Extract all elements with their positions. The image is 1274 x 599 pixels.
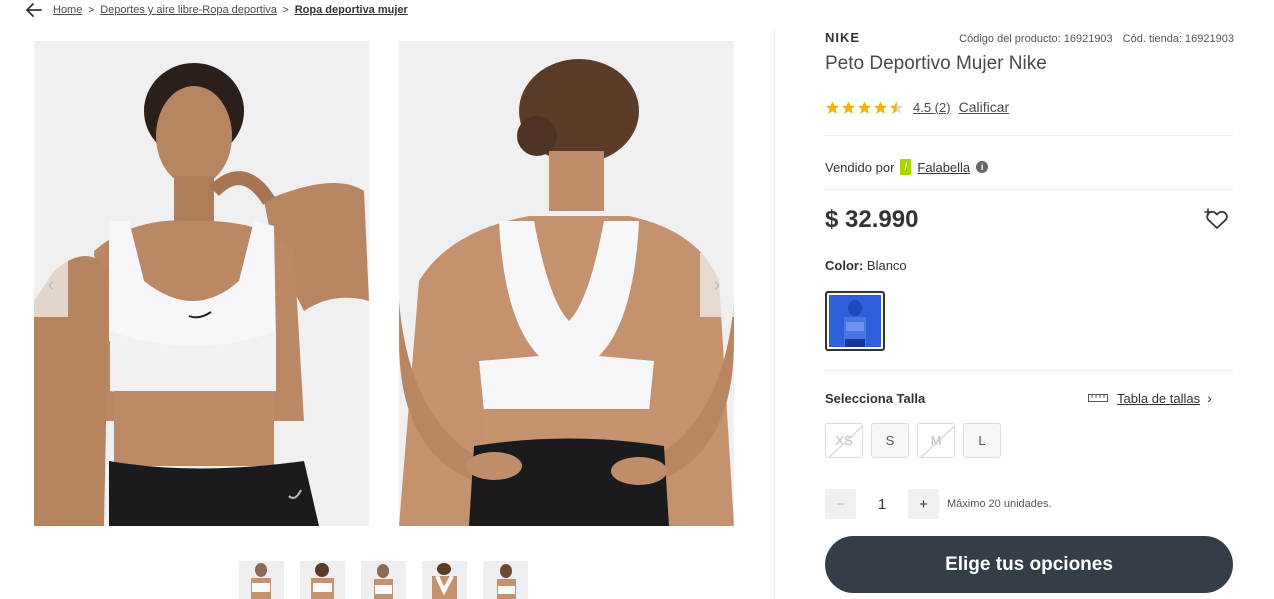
thumbnail-strip — [239, 561, 528, 599]
divider — [825, 189, 1233, 190]
seller-flag-icon: / — [900, 159, 912, 175]
seller-row: Vendido por / Falabella i — [825, 159, 989, 175]
breadcrumb-separator: > — [88, 4, 95, 16]
thumbnail[interactable] — [483, 561, 528, 599]
size-options: XS S M L — [825, 423, 1001, 458]
ruler-icon — [1088, 394, 1108, 402]
divider — [825, 135, 1233, 136]
thumbnail[interactable] — [300, 561, 345, 599]
gallery-next-button[interactable]: › — [700, 253, 734, 317]
rate-link[interactable]: Calificar — [959, 99, 1010, 115]
increase-quantity-button[interactable]: + — [908, 489, 939, 519]
breadcrumb: Home > Deportes y aire libre-Ropa deport… — [26, 2, 408, 18]
size-chart-label[interactable]: Tabla de tallas — [1117, 391, 1200, 406]
max-quantity-note: Máximo 20 unidades. — [947, 498, 1052, 510]
star-icon — [873, 100, 888, 114]
store-code: Cód. tienda: 16921903 — [1122, 33, 1234, 45]
product-codes: Código del producto: 16921903 Cód. tienda… — [959, 33, 1234, 45]
chevron-left-icon: ‹ — [47, 273, 55, 296]
color-label: Color: Blanco — [825, 258, 907, 273]
star-icon — [857, 100, 872, 114]
color-swatch-selected[interactable] — [825, 291, 885, 351]
size-option-xs[interactable]: XS — [825, 423, 863, 458]
thumbnail[interactable] — [361, 561, 406, 599]
brand-name[interactable]: NIKE — [825, 30, 860, 45]
seller-name[interactable]: Falabella — [917, 160, 970, 175]
decrease-quantity-button[interactable]: − — [825, 489, 856, 519]
size-option-s[interactable]: S — [871, 423, 909, 458]
product-image-front[interactable] — [34, 41, 369, 526]
column-divider — [774, 28, 775, 599]
star-icon — [825, 100, 840, 114]
star-icon — [841, 100, 856, 114]
rating-stars — [825, 100, 904, 115]
quantity-stepper: − 1 + Máximo 20 unidades. — [825, 489, 1052, 519]
color-label-title: Color: — [825, 258, 864, 273]
quantity-value[interactable]: 1 — [856, 496, 908, 513]
size-option-l[interactable]: L — [963, 423, 1001, 458]
choose-options-button[interactable]: Elige tus opciones — [825, 536, 1233, 593]
breadcrumb-current[interactable]: Ropa deportiva mujer — [295, 4, 408, 16]
product-title: Peto Deportivo Mujer Nike — [825, 53, 1047, 74]
star-half-icon — [889, 100, 904, 114]
add-to-wishlist-icon[interactable] — [1204, 207, 1230, 231]
back-arrow-icon[interactable] — [26, 3, 42, 17]
size-label: Selecciona Talla — [825, 391, 926, 406]
size-option-m[interactable]: M — [917, 423, 955, 458]
chevron-right-icon: › — [713, 273, 721, 296]
product-code: Código del producto: 16921903 — [959, 33, 1113, 45]
product-image-back[interactable] — [399, 41, 734, 526]
thumbnail[interactable] — [239, 561, 284, 599]
gallery-prev-button[interactable]: ‹ — [34, 253, 68, 317]
thumbnail[interactable] — [422, 561, 467, 599]
size-chart-link[interactable]: Tabla de tallas › — [1088, 390, 1212, 406]
seller-prefix: Vendido por — [825, 159, 895, 175]
product-price: $ 32.990 — [825, 206, 919, 233]
chevron-right-icon: › — [1207, 390, 1212, 406]
breadcrumb-category[interactable]: Deportes y aire libre-Ropa deportiva — [100, 4, 277, 16]
rating-score[interactable]: 4.5 (2) — [913, 100, 951, 115]
rating-row: 4.5 (2) Calificar — [825, 99, 1009, 115]
breadcrumb-separator: > — [282, 4, 289, 16]
info-icon[interactable]: i — [976, 161, 989, 173]
color-value: Blanco — [866, 258, 907, 273]
divider — [825, 370, 1233, 371]
breadcrumb-home[interactable]: Home — [53, 4, 82, 16]
